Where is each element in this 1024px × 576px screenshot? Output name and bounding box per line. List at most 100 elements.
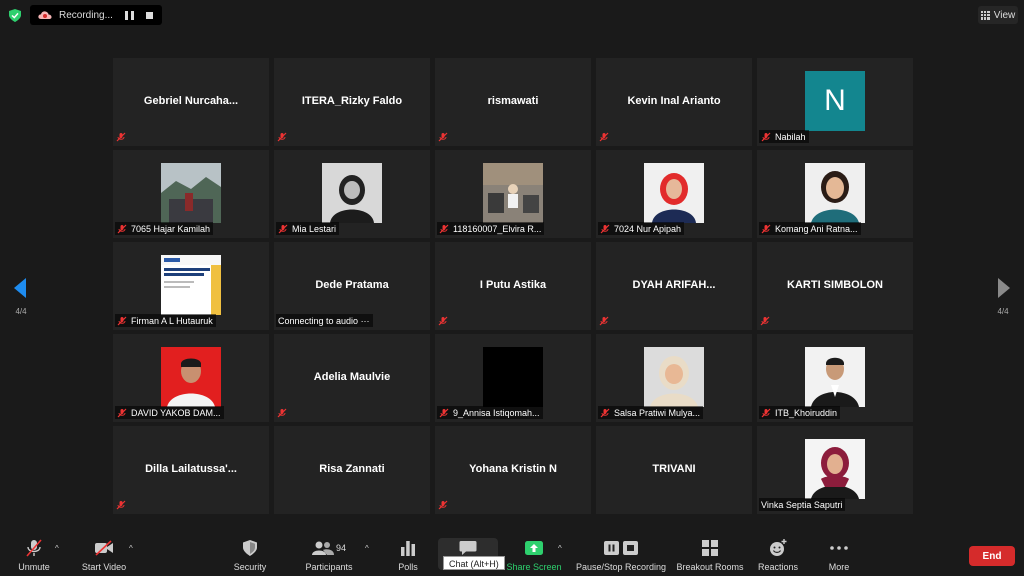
participant-name: Vinka Septia Saputri bbox=[761, 499, 843, 510]
pause-stop-recording-button[interactable]: Pause/Stop Recording bbox=[576, 538, 666, 572]
participants-button[interactable]: 94 Participants bbox=[303, 538, 355, 572]
participant-name: 7024 Nur Apipah bbox=[614, 223, 682, 234]
muted-mic-icon bbox=[439, 224, 449, 233]
participant-name-label: Firman A L Hutauruk bbox=[115, 314, 216, 327]
participant-name: Firman A L Hutauruk bbox=[131, 315, 213, 326]
participant-tile[interactable]: N Nabilah bbox=[757, 58, 913, 146]
participant-name-label: Vinka Septia Saputri bbox=[759, 498, 846, 511]
participant-tile[interactable]: KARTI SIMBOLON bbox=[757, 242, 913, 330]
stop-recording-icon[interactable] bbox=[146, 11, 153, 19]
video-options-caret-icon[interactable]: ^ bbox=[129, 544, 133, 553]
participant-tile[interactable]: 7024 Nur Apipah bbox=[596, 150, 752, 238]
share-screen-label: Share Screen bbox=[506, 562, 562, 572]
participant-tile[interactable]: Risa Zannati bbox=[274, 426, 430, 514]
participant-name: Adelia Maulvie bbox=[313, 371, 391, 383]
participants-label: Participants bbox=[305, 562, 353, 572]
muted-mic-icon bbox=[438, 316, 448, 326]
participant-tile[interactable]: ITERA_Rizky Faldo bbox=[274, 58, 430, 146]
more-button[interactable]: More bbox=[822, 538, 856, 572]
participant-tile[interactable]: Mia Lestari bbox=[274, 150, 430, 238]
participant-tile[interactable]: Komang Ani Ratna... bbox=[757, 150, 913, 238]
participant-tile[interactable]: Salsa Pratiwi Mulya... bbox=[596, 334, 752, 422]
participant-tile[interactable]: TRIVANI bbox=[596, 426, 752, 514]
participant-name-label: Komang Ani Ratna... bbox=[759, 222, 861, 235]
participant-tile[interactable]: DAVID YAKOB DAM... bbox=[113, 334, 269, 422]
breakout-rooms-icon bbox=[702, 540, 718, 556]
pause-recording-icon[interactable] bbox=[125, 10, 134, 20]
muted-mic-icon bbox=[438, 500, 448, 510]
muted-mic-icon bbox=[117, 408, 127, 417]
participant-name: 9_Annisa Istiqomah... bbox=[453, 407, 540, 418]
participant-name: Nabilah bbox=[775, 131, 806, 142]
share-options-caret-icon[interactable]: ^ bbox=[558, 544, 562, 553]
participant-photo bbox=[322, 163, 382, 223]
participant-tile[interactable]: Gebriel Nurcaha... bbox=[113, 58, 269, 146]
participant-name: Risa Zannati bbox=[319, 463, 385, 475]
view-button[interactable]: View bbox=[978, 6, 1018, 24]
next-page-button[interactable]: 4/4 bbox=[996, 278, 1010, 316]
muted-mic-icon bbox=[760, 316, 770, 326]
muted-mic-icon bbox=[116, 132, 126, 142]
participant-name-label: 7065 Hajar Kamilah bbox=[115, 222, 214, 235]
end-meeting-button[interactable]: End bbox=[969, 546, 1015, 566]
participant-name-label: Salsa Pratiwi Mulya... bbox=[598, 406, 704, 419]
muted-mic-icon bbox=[599, 132, 609, 142]
muted-mic-icon bbox=[117, 224, 127, 233]
arrow-left-icon bbox=[14, 278, 26, 298]
reactions-button[interactable]: Reactions bbox=[756, 538, 800, 572]
participant-photo bbox=[161, 255, 221, 315]
muted-mic-icon bbox=[438, 132, 448, 142]
page-indicator-left: 4/4 bbox=[15, 307, 27, 316]
breakout-rooms-button[interactable]: Breakout Rooms bbox=[676, 538, 744, 572]
security-shield-icon bbox=[9, 9, 21, 22]
participant-tile[interactable]: Dilla Lailatussa'... bbox=[113, 426, 269, 514]
participant-tile[interactable]: Firman A L Hutauruk bbox=[113, 242, 269, 330]
participant-name: Salsa Pratiwi Mulya... bbox=[614, 407, 701, 418]
previous-page-button[interactable]: 4/4 bbox=[14, 278, 28, 316]
grid-view-icon bbox=[980, 10, 990, 20]
share-screen-arrow-icon bbox=[525, 541, 543, 555]
participant-photo bbox=[805, 163, 865, 223]
audio-status-label: Connecting to audio ··· bbox=[276, 314, 373, 327]
muted-mic-icon bbox=[600, 224, 610, 233]
participant-name: KARTI SIMBOLON bbox=[787, 279, 883, 291]
participants-caret-icon[interactable]: ^ bbox=[365, 544, 369, 553]
participant-name: DYAH ARIFAH... bbox=[632, 279, 716, 291]
participant-photo bbox=[161, 163, 221, 223]
meeting-toolbar: Unmute ^ Start Video ^ Security 94 Parti… bbox=[0, 532, 1024, 576]
participant-tile[interactable]: Yohana Kristin N bbox=[435, 426, 591, 514]
participant-tile[interactable]: Dede Pratama Connecting to audio ··· bbox=[274, 242, 430, 330]
participant-tile[interactable]: DYAH ARIFAH... bbox=[596, 242, 752, 330]
recording-label: Recording... bbox=[59, 9, 113, 21]
participant-name: 7065 Hajar Kamilah bbox=[131, 223, 211, 234]
pause-stop-recording-icon bbox=[604, 541, 638, 555]
participant-tile[interactable]: 7065 Hajar Kamilah bbox=[113, 150, 269, 238]
polls-button[interactable]: Polls bbox=[392, 538, 424, 572]
unmute-button[interactable]: Unmute bbox=[14, 538, 54, 572]
arrow-right-icon bbox=[998, 278, 1010, 298]
participant-tile[interactable]: Adelia Maulvie bbox=[274, 334, 430, 422]
participant-name-label: 7024 Nur Apipah bbox=[598, 222, 685, 235]
participant-tile[interactable]: ITB_Khoiruddin bbox=[757, 334, 913, 422]
muted-mic-icon bbox=[599, 316, 609, 326]
more-dots-icon bbox=[830, 546, 848, 550]
participant-tile[interactable]: rismawati bbox=[435, 58, 591, 146]
participant-tile[interactable]: 9_Annisa Istiqomah... bbox=[435, 334, 591, 422]
participant-name: Yohana Kristin N bbox=[469, 463, 557, 475]
start-video-button[interactable]: Start Video bbox=[80, 538, 128, 572]
participant-tile[interactable]: 118160007_Elvira R... bbox=[435, 150, 591, 238]
breakout-rooms-label: Breakout Rooms bbox=[676, 562, 744, 572]
participant-name-label: 118160007_Elvira R... bbox=[437, 222, 545, 235]
participant-tile[interactable]: Vinka Septia Saputri bbox=[757, 426, 913, 514]
security-button[interactable]: Security bbox=[230, 538, 270, 572]
share-screen-button[interactable]: Share Screen bbox=[506, 538, 562, 572]
chat-tooltip: Chat (Alt+H) bbox=[443, 556, 505, 570]
participant-tile[interactable]: Kevin Inal Arianto bbox=[596, 58, 752, 146]
participant-tile[interactable]: I Putu Astika bbox=[435, 242, 591, 330]
participant-name: Mia Lestari bbox=[292, 223, 337, 234]
participant-name: Kevin Inal Arianto bbox=[627, 95, 721, 107]
muted-mic-icon bbox=[439, 408, 449, 417]
reactions-label: Reactions bbox=[757, 562, 799, 572]
chat-bubble-icon bbox=[459, 541, 477, 555]
audio-options-caret-icon[interactable]: ^ bbox=[55, 544, 59, 553]
